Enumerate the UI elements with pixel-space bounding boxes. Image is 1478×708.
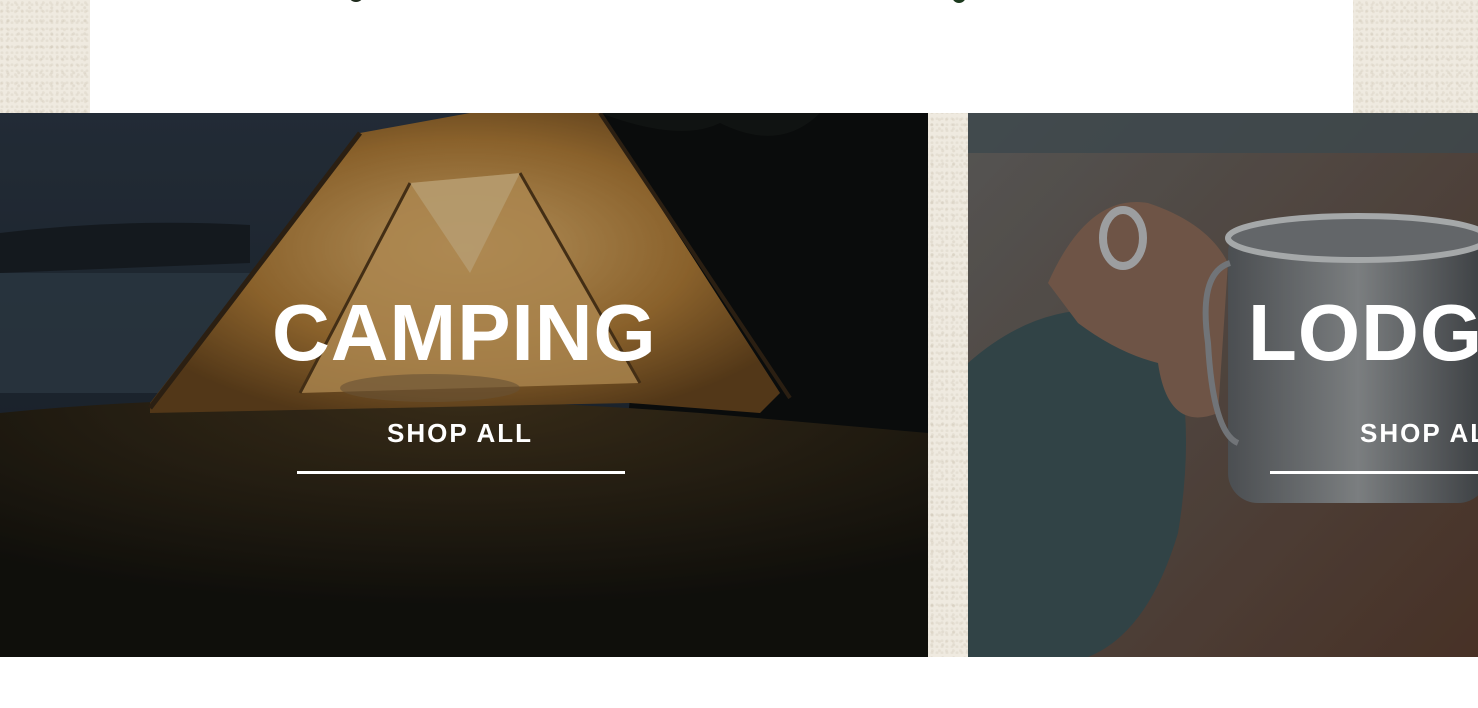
shop-all-link[interactable]: SHOP ALL (1360, 418, 1478, 449)
link-underline (297, 471, 625, 474)
category-tile-lodge[interactable]: LODGE SHOP ALL (968, 113, 1478, 657)
section-footer-band (0, 657, 1478, 708)
link-underline (1270, 471, 1478, 474)
category-tile-camping[interactable]: CAMPING SHOP ALL (0, 113, 928, 657)
shop-all-link[interactable]: SHOP ALL (387, 418, 533, 449)
text-fragment (348, 0, 364, 2)
text-fragment (952, 0, 966, 3)
tile-overlay: CAMPING SHOP ALL (0, 113, 928, 657)
tile-overlay: LODGE SHOP ALL (968, 113, 1478, 657)
category-title: LODGE (1248, 288, 1478, 377)
category-title: CAMPING (272, 288, 657, 377)
top-content-card (90, 0, 1353, 113)
